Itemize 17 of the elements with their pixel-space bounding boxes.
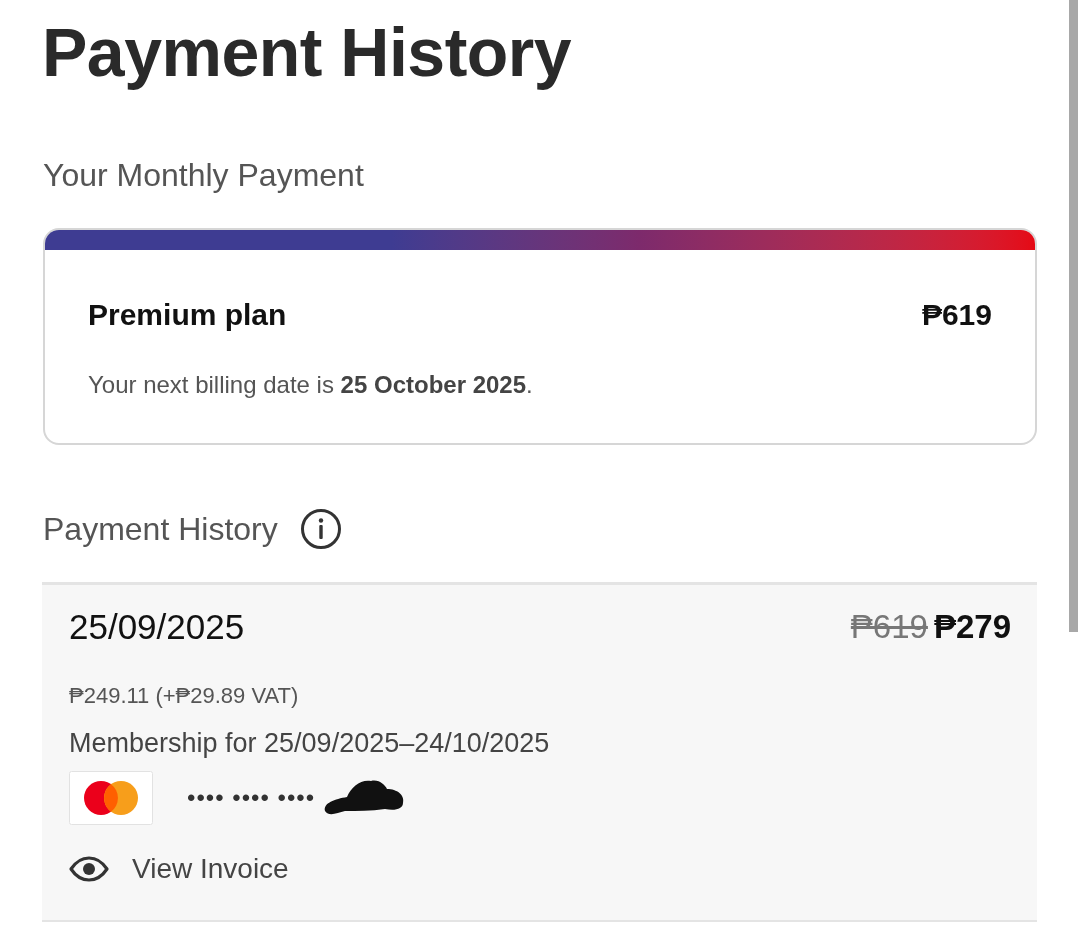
monthly-payment-heading: Your Monthly Payment [42, 156, 365, 195]
page-title: Payment History [42, 13, 573, 92]
card-number: •••• •••• •••• [187, 783, 316, 813]
plan-name: Premium plan [88, 297, 287, 333]
view-invoice-link[interactable]: View Invoice [69, 851, 289, 887]
scrollbar-thumb[interactable] [1069, 0, 1078, 632]
price-breakdown: ₱249.11 (+₱29.89 VAT) [69, 682, 300, 710]
next-billing-text: Your next billing date is 25 October 2025. [88, 370, 534, 400]
info-icon[interactable] [299, 508, 342, 550]
eye-icon [69, 856, 109, 882]
paid-price: ₱279 [933, 607, 1011, 647]
original-price: ₱619 [850, 607, 928, 647]
plan-price: ₱619 [921, 297, 992, 333]
payment-history-heading: Payment History [43, 510, 278, 549]
membership-period: Membership for 25/09/2025–24/10/2025 [69, 727, 551, 760]
payment-date: 25/09/2025 [69, 606, 245, 648]
card-brand-icon [69, 771, 153, 825]
